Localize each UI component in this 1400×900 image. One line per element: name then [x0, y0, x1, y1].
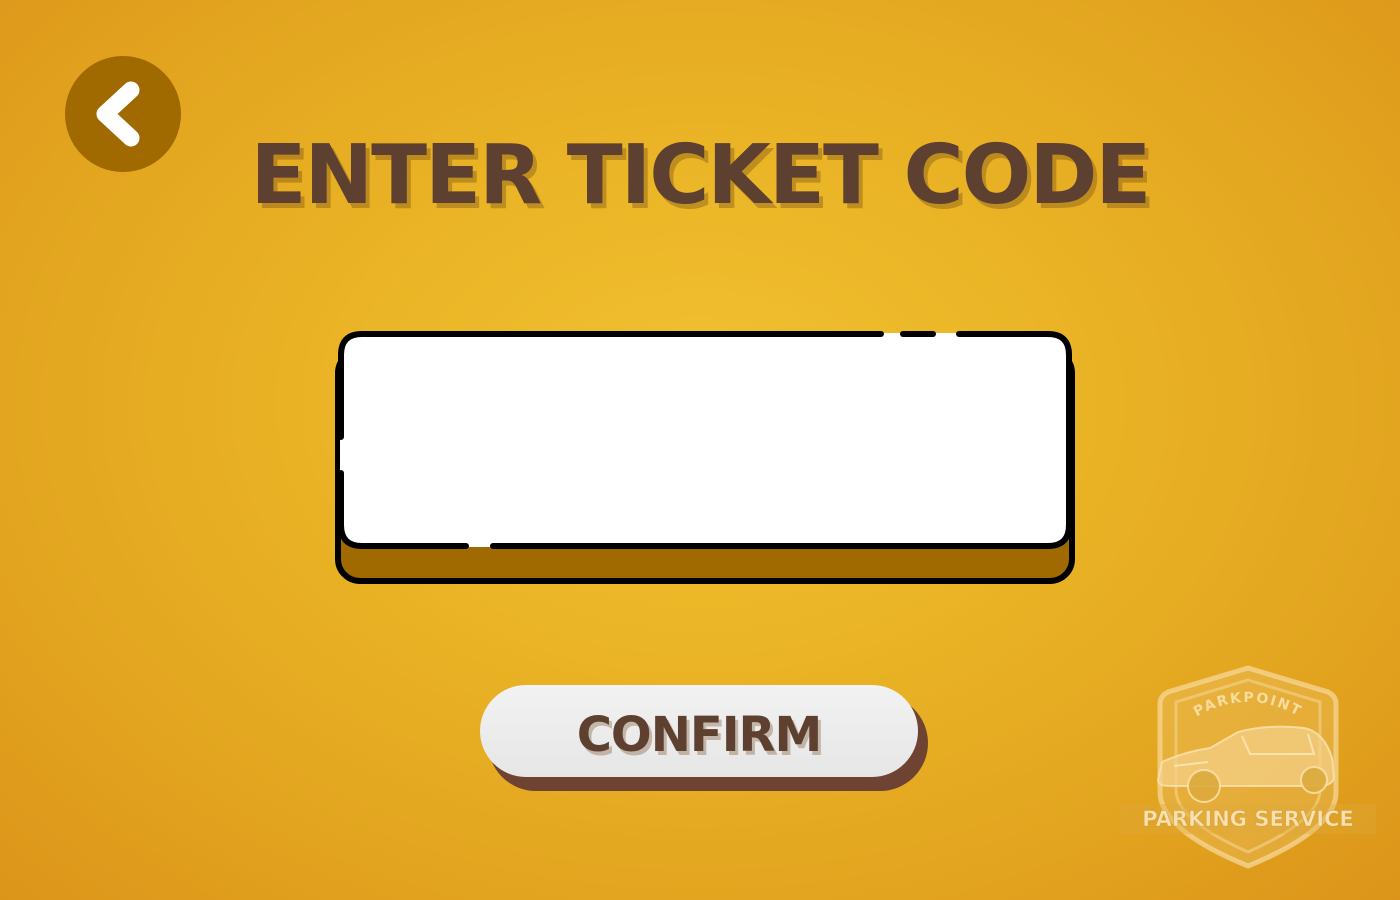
- logo-bottom-text: PARKING SERVICE: [1142, 807, 1354, 831]
- parking-service-logo: PARKPOINT PARKING SERVICE: [1118, 662, 1378, 872]
- logo-emblem-icon: PARKPOINT PARKING SERVICE: [1120, 665, 1376, 869]
- ticket-code-field[interactable]: [335, 329, 1075, 585]
- confirm-button[interactable]: CONFIRM: [480, 685, 930, 791]
- ticket-code-input[interactable]: [351, 345, 1061, 543]
- confirm-button-label: CONFIRM: [576, 707, 823, 763]
- page-title: ENTER TICKET CODE: [250, 128, 1152, 223]
